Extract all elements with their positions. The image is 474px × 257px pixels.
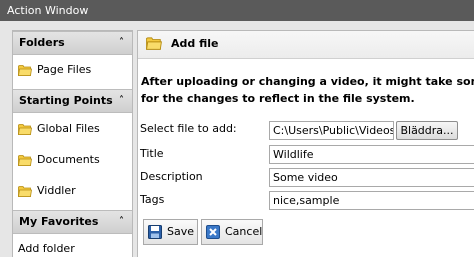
window-titlebar: Action Window	[0, 0, 474, 21]
sidebar-item-page-files[interactable]: Page Files	[13, 57, 132, 83]
sidebar-item-label: Viddler	[37, 184, 76, 197]
tags-label: Tags	[140, 193, 165, 206]
sidebar-header-my-favorites[interactable]: My Favorites ˄	[13, 210, 132, 234]
file-path-field[interactable]: C:\Users\Public\Videos\	[269, 121, 394, 140]
cancel-icon	[206, 224, 220, 239]
description-input[interactable]: Some video	[269, 168, 474, 187]
sidebar-item-label: Page Files	[37, 63, 92, 76]
sidebar-item-label: Add folder	[18, 242, 75, 255]
sidebar-header-folders[interactable]: Folders ˄	[13, 31, 132, 55]
sidebar-item-viddler[interactable]: Viddler	[13, 178, 132, 204]
panel-title: Add file	[171, 37, 219, 50]
sidebar-item-label: Documents	[37, 153, 100, 166]
sidebar-header-label: Folders	[19, 36, 65, 49]
sidebar-item-documents[interactable]: Documents	[13, 147, 132, 173]
chevron-up-icon[interactable]: ˄	[119, 90, 124, 112]
panel-header: Add file	[138, 31, 474, 59]
sidebar-item-label: Global Files	[37, 122, 100, 135]
folder-icon	[18, 154, 32, 166]
browse-button[interactable]: Bläddra...	[396, 121, 458, 140]
description-label: Description	[140, 170, 203, 183]
add-file-panel: Add file After uploading or changing a v…	[137, 30, 474, 257]
folder-icon	[18, 64, 32, 76]
sidebar-header-label: My Favorites	[19, 215, 99, 228]
notice-line: After uploading or changing a video, it …	[141, 75, 474, 88]
window-title: Action Window	[7, 4, 89, 17]
sidebar-item-add-folder[interactable]: Add folder	[13, 236, 132, 257]
title-label: Title	[140, 147, 164, 160]
folder-icon	[18, 185, 32, 197]
cancel-button[interactable]: Cancel	[201, 219, 263, 245]
folder-icon	[146, 36, 162, 50]
folder-icon	[18, 123, 32, 135]
sidebar-header-label: Starting Points	[19, 94, 113, 107]
notice-line: for the changes to reflect in the file s…	[141, 92, 415, 105]
title-input[interactable]: Wildlife	[269, 145, 474, 164]
file-label: Select file to add:	[140, 122, 237, 135]
chevron-up-icon[interactable]: ˄	[119, 211, 124, 233]
tags-input[interactable]: nice,sample	[269, 191, 474, 210]
floppy-disk-icon	[148, 224, 162, 239]
cancel-label: Cancel	[225, 225, 263, 238]
save-label: Save	[167, 225, 195, 238]
save-button[interactable]: Save	[143, 219, 198, 245]
sidebar-item-global-files[interactable]: Global Files	[13, 116, 132, 142]
upload-notice: After uploading or changing a video, it …	[141, 73, 474, 107]
sidebar: Folders ˄ Page Files Starting Points ˄ G…	[12, 30, 133, 257]
chevron-up-icon[interactable]: ˄	[119, 32, 124, 54]
sidebar-header-starting-points[interactable]: Starting Points ˄	[13, 89, 132, 113]
